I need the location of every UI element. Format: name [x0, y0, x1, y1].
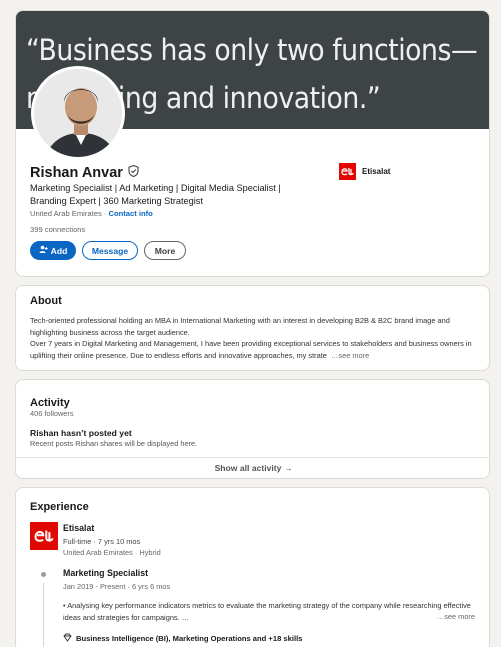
about-see-more-link[interactable]: …see more	[331, 351, 369, 360]
about-text-paragraph-1: Tech-oriented professional holding an MB…	[30, 316, 450, 337]
show-all-activity-button[interactable]: Show all activity →	[16, 463, 489, 473]
profile-name: Rishan Anvar	[30, 165, 123, 181]
experience-see-more-link[interactable]: …see more	[437, 612, 475, 621]
current-company-name: Etisalat	[362, 167, 391, 176]
followers-count: 406 followers	[30, 409, 74, 418]
add-person-icon	[39, 245, 48, 256]
name-row: Rishan Anvar	[30, 164, 139, 182]
banner-quote-line-1: “Business has only two functions—	[26, 33, 478, 67]
contact-info-link[interactable]: Contact info	[109, 209, 153, 218]
experience-company[interactable]: Etisalat	[63, 523, 94, 533]
no-posts-title: Rishan hasn’t posted yet	[30, 428, 132, 438]
message-button[interactable]: Message	[82, 241, 138, 260]
experience-dates: Jan 2019 - Present · 6 yrs 6 mos	[63, 582, 171, 591]
location-separator: ·	[101, 209, 109, 218]
profile-headline: Marketing Specialist | Ad Marketing | Di…	[30, 183, 281, 206]
activity-card: Activity 406 followers Rishan hasn’t pos…	[15, 379, 490, 479]
about-text-paragraph-2: Over 7 years in Digital Marketing and Ma…	[30, 339, 472, 361]
experience-description: • Analysing key performance indicators m…	[63, 601, 471, 622]
profile-location: United Arab Emirates	[30, 209, 102, 218]
experience-role: Marketing Specialist	[63, 568, 149, 578]
experience-card: Experience Etisalat Full-time · 7 yrs 10…	[15, 487, 490, 647]
experience-location: United Arab Emirates · Hybrid	[63, 548, 161, 557]
timeline-line	[43, 583, 44, 647]
add-button[interactable]: Add	[30, 241, 76, 260]
avatar-photo	[34, 69, 122, 157]
experience-title: Experience	[30, 501, 89, 513]
profile-top-card: “Business has only two functions— market…	[15, 10, 490, 277]
activity-title: Activity	[30, 397, 70, 409]
divider	[16, 457, 489, 458]
about-text: Tech-oriented professional holding an MB…	[30, 315, 478, 362]
profile-actions: Add Message More	[30, 241, 186, 260]
verified-shield-icon[interactable]	[128, 164, 139, 182]
current-company[interactable]: Etisalat	[339, 163, 390, 180]
timeline-dot	[41, 572, 46, 577]
diamond-icon	[63, 633, 72, 644]
about-card: About Tech-oriented professional holding…	[15, 285, 490, 371]
etisalat-logo	[339, 163, 356, 180]
add-button-label: Add	[50, 245, 68, 256]
connections-count[interactable]: 399 connections	[30, 225, 85, 234]
experience-skills-label: Business Intelligence (BI), Marketing Op…	[76, 634, 303, 643]
no-posts-subtitle: Recent posts Rishan shares will be displ…	[30, 439, 198, 448]
experience-employment: Full-time · 7 yrs 10 mos	[63, 537, 141, 546]
location-row: United Arab Emirates · Contact info	[30, 209, 153, 218]
experience-skills[interactable]: Business Intelligence (BI), Marketing Op…	[63, 633, 302, 644]
etisalat-logo[interactable]	[30, 522, 58, 550]
more-button[interactable]: More	[144, 241, 186, 260]
about-title: About	[30, 295, 62, 307]
avatar[interactable]	[31, 66, 125, 160]
